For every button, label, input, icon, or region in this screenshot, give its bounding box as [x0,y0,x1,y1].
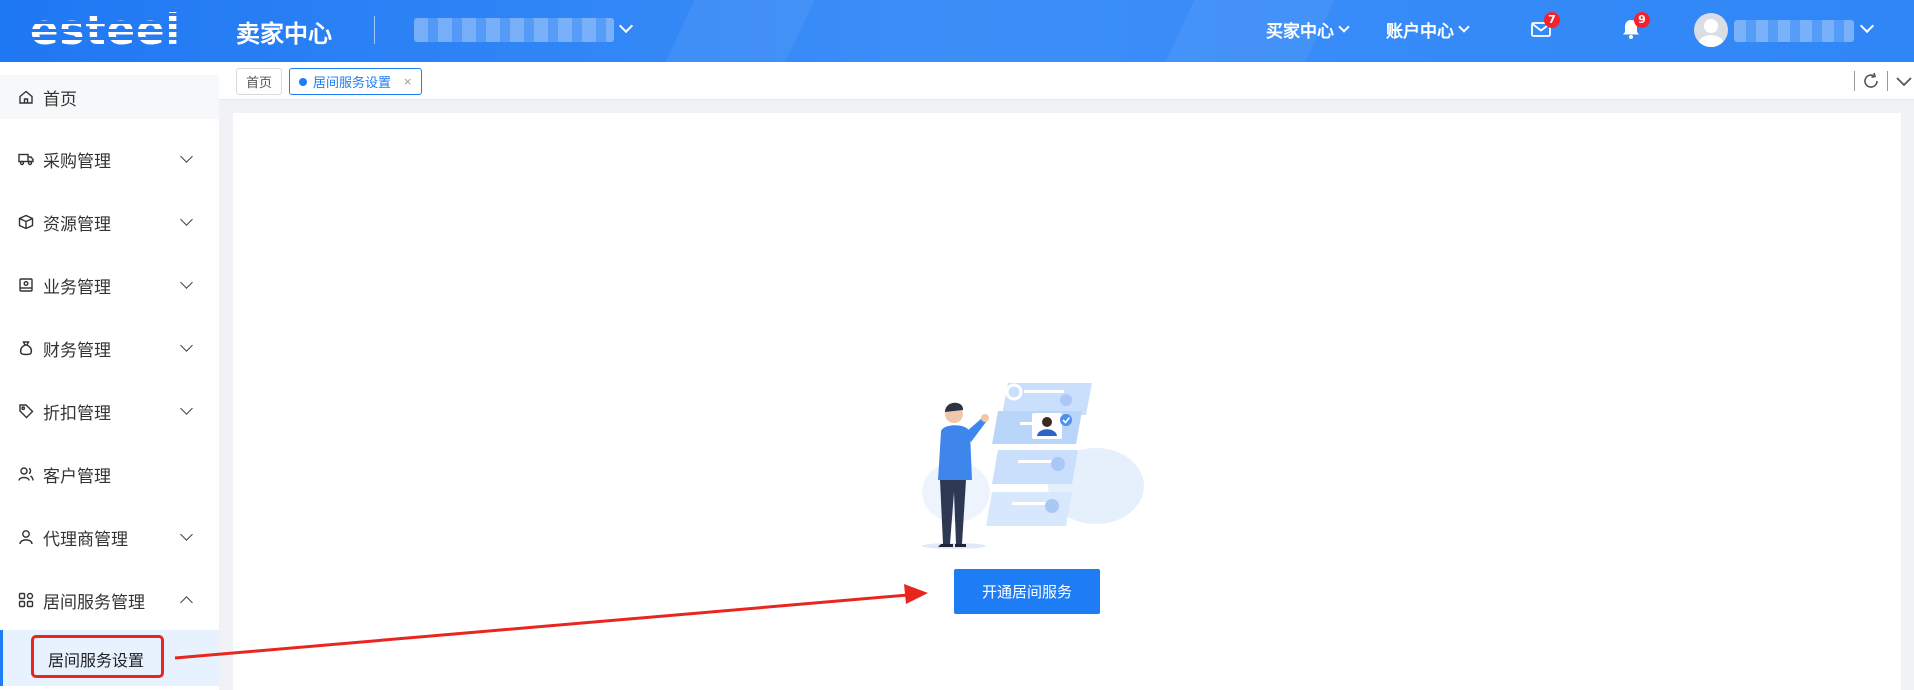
money-bag-icon [19,341,33,356]
mail-icon[interactable]: 7 [1530,12,1560,40]
sidebar-item-business[interactable]: 业务管理 [0,263,219,307]
chevron-up-icon [180,596,193,609]
sidebar-item-label: 采购管理 [43,151,111,172]
tag-icon [19,404,34,419]
box-icon [18,214,34,230]
sidebar-item-label: 业务管理 [43,277,111,298]
bell-icon[interactable]: 9 [1620,12,1650,40]
sidebar-item-home[interactable]: 首页 [0,75,219,119]
users-icon [18,467,34,481]
sidebar-item-finance[interactable]: 财务管理 [0,326,219,370]
empty-state-illustration [922,383,1144,549]
tab-home[interactable]: 首页 [236,68,283,95]
sidebar-item-brokerage[interactable]: 居间服务管理 [0,578,219,622]
sidebar-item-agent[interactable]: 代理商管理 [0,515,219,559]
chevron-down-icon [180,402,193,415]
chevron-down-icon [180,339,193,352]
sidebar-item-discount[interactable]: 折扣管理 [0,389,219,433]
sidebar-item-resource[interactable]: 资源管理 [0,200,219,244]
home-icon [19,90,33,104]
sidebar-item-label: 资源管理 [43,214,111,235]
sidebar-item-label: 财务管理 [43,340,111,361]
chevron-down-icon[interactable] [618,18,634,34]
chevron-down-icon [180,276,193,289]
sidebar-item-label: 首页 [43,89,77,110]
sidebar-item-label: 代理商管理 [43,529,128,550]
sidebar-item-label: 居间服务管理 [43,592,145,613]
sidebar-item-label: 客户管理 [43,466,111,487]
chevron-down-icon [1458,21,1470,33]
chevron-down-icon [180,213,193,226]
sidebar-item-label: 折扣管理 [43,403,111,424]
sidebar-subitem-brokerage-settings[interactable]: 居间服务设置 [0,630,219,686]
buyer-center-label: 买家中心 [1266,22,1334,42]
tab-label: 首页 [246,76,273,91]
divider [1887,71,1888,91]
active-indicator [0,630,3,686]
truck-icon [18,153,34,166]
refresh-icon[interactable] [1861,71,1881,91]
annotation-highlight-box [31,635,164,678]
sidebar-item-purchase[interactable]: 采购管理 [0,137,219,181]
account-center-menu[interactable]: 账户中心 [1386,17,1470,42]
chevron-down-icon[interactable] [1894,71,1914,91]
user-avatar[interactable] [1694,13,1728,47]
buyer-center-menu[interactable]: 买家中心 [1266,17,1350,42]
agent-icon [19,530,33,545]
header-divider [374,16,375,44]
tab-brokerage-settings[interactable]: 居间服务设置 × [289,68,423,95]
book-icon [19,278,33,292]
open-brokerage-service-button[interactable]: 开通居间服务 [954,569,1100,614]
user-name[interactable] [1734,20,1854,42]
grid-icon [18,592,34,608]
header-decoration [665,0,815,62]
tab-tools [1848,68,1914,94]
chevron-down-icon [180,150,193,163]
divider [1854,71,1855,91]
close-icon[interactable]: × [403,75,412,88]
esteel-logo[interactable]: esteel [30,8,181,52]
top-header: esteel 卖家中心 买家中心 账户中心 7 9 [0,0,1914,62]
bell-badge: 9 [1634,12,1650,28]
tab-label: 居间服务设置 [313,76,392,91]
app-title: 卖家中心 [236,20,332,48]
chevron-down-icon[interactable] [1859,18,1875,34]
account-center-label: 账户中心 [1386,22,1454,42]
mail-badge: 7 [1544,12,1560,28]
store-selector[interactable] [414,18,614,42]
active-dot-icon [299,77,307,86]
chevron-down-icon [180,528,193,541]
tabs-bar: 首页 居间服务设置 × [219,62,1914,100]
chevron-down-icon [1338,21,1350,33]
sidebar-item-customer[interactable]: 客户管理 [0,452,219,496]
